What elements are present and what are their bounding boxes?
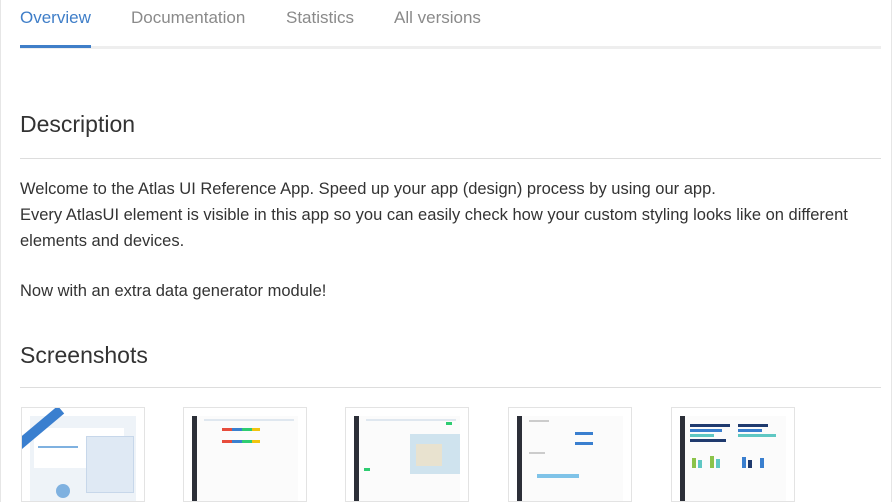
description-heading: Description	[20, 111, 136, 137]
thumbnail-image	[354, 416, 460, 501]
tab-all-versions[interactable]: All versions	[394, 8, 481, 38]
cell-shape	[242, 428, 252, 431]
cell-shape	[252, 428, 260, 431]
frame-left-border	[0, 0, 1, 502]
sidebar-shape	[192, 416, 197, 501]
sidebar-shape	[354, 416, 359, 501]
badge-shape	[446, 422, 452, 425]
screenshots-divider	[20, 387, 881, 388]
cell-shape	[252, 440, 260, 443]
vbar-shape	[692, 458, 696, 468]
cell-shape	[242, 440, 252, 443]
screenshot-thumbnail-table[interactable]	[183, 407, 307, 502]
tab-statistics[interactable]: Statistics	[286, 8, 354, 38]
screenshot-thumbnail-form[interactable]	[508, 407, 632, 502]
hbar-shape	[690, 424, 730, 427]
header-shape	[366, 419, 456, 421]
screenshot-thumbnail-dashboard[interactable]	[21, 407, 145, 502]
land-shape	[416, 444, 442, 466]
tab-overview[interactable]: Overview	[20, 8, 91, 48]
description-body: Welcome to the Atlas UI Reference App. S…	[20, 176, 880, 304]
panel-shape	[86, 436, 134, 493]
description-line-2: Every AtlasUI element is visible in this…	[20, 206, 848, 250]
screenshot-thumbnail-map[interactable]	[345, 407, 469, 502]
chart-line-shape	[38, 446, 78, 448]
vbar-shape	[748, 460, 752, 468]
sidebar-shape	[680, 416, 685, 501]
cell-shape	[232, 440, 242, 443]
vbar-shape	[760, 458, 764, 468]
label-shape	[529, 420, 549, 422]
vbar-shape	[710, 456, 714, 468]
vbar-shape	[698, 460, 702, 468]
button-shape	[364, 468, 370, 471]
hbar-shape	[690, 434, 714, 437]
header-shape	[204, 419, 294, 421]
hbar-shape	[690, 429, 722, 432]
description-line-1: Welcome to the Atlas UI Reference App. S…	[20, 180, 716, 198]
thumbnail-image	[192, 416, 298, 501]
label-shape	[529, 452, 545, 454]
sidebar-shape	[517, 416, 522, 501]
tab-bar: Overview Documentation Statistics All ve…	[20, 0, 881, 49]
hbar-shape	[738, 424, 768, 427]
hbar-shape	[738, 434, 776, 437]
thumbnail-image	[517, 416, 623, 501]
button-shape	[537, 474, 579, 478]
donut-shape	[56, 484, 70, 498]
field-shape	[575, 432, 593, 435]
screenshots-heading: Screenshots	[20, 342, 148, 368]
field-shape	[575, 442, 593, 445]
cell-shape	[222, 440, 232, 443]
tab-documentation[interactable]: Documentation	[131, 8, 245, 38]
cell-shape	[232, 428, 242, 431]
vbar-shape	[742, 457, 746, 468]
hbar-shape	[690, 439, 726, 442]
description-line-3: Now with an extra data generator module!	[20, 282, 327, 300]
screenshot-thumbnail-charts[interactable]	[671, 407, 795, 502]
cell-shape	[222, 428, 232, 431]
vbar-shape	[716, 459, 720, 468]
hbar-shape	[738, 429, 762, 432]
thumbnail-image	[680, 416, 786, 501]
description-divider	[20, 158, 881, 159]
